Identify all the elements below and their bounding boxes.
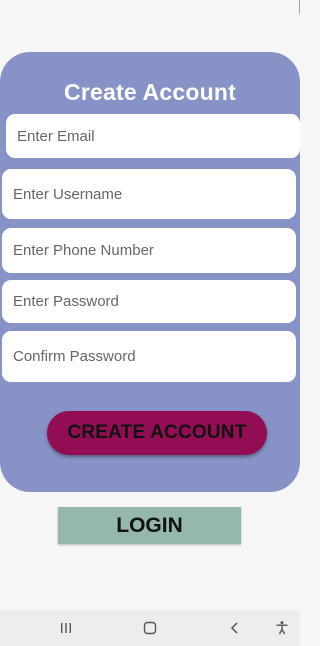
- password-field[interactable]: [2, 280, 296, 323]
- back-icon: [230, 622, 238, 634]
- accessibility-button[interactable]: [268, 618, 296, 638]
- phone-number-field[interactable]: [2, 228, 296, 273]
- email-field[interactable]: [6, 114, 300, 158]
- recent-apps-icon: [61, 623, 71, 633]
- page-title: Create Account: [64, 79, 236, 105]
- system-navigation-bar: [0, 610, 300, 646]
- home-icon: [143, 621, 157, 635]
- home-button[interactable]: [136, 618, 164, 638]
- username-field[interactable]: [2, 169, 296, 219]
- create-account-button[interactable]: CREATE ACCOUNT: [47, 411, 267, 455]
- accessibility-icon: [276, 621, 288, 635]
- back-button[interactable]: [221, 618, 249, 638]
- confirm-password-field[interactable]: [2, 331, 296, 382]
- status-bar: [0, 0, 300, 16]
- recent-apps-button[interactable]: [52, 618, 80, 638]
- create-account-card: Create Account CREATE ACCOUNT: [0, 52, 300, 492]
- status-indicator: [299, 0, 300, 14]
- login-button[interactable]: LOGIN: [58, 507, 241, 544]
